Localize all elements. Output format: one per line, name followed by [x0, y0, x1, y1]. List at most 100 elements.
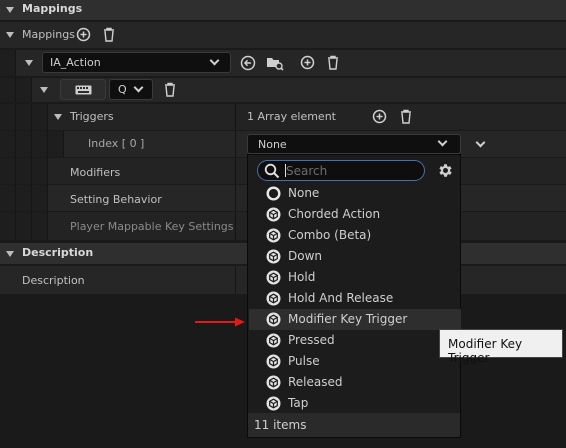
tooltip-text: Modifier Key Trigger [448, 337, 523, 365]
triggers-row: Triggers 1 Array element [0, 104, 566, 130]
dropdown-item[interactable]: Tap [249, 393, 461, 414]
column-splitter[interactable] [235, 212, 236, 240]
indent-guide [0, 104, 16, 130]
dropdown-item-label: None [288, 186, 320, 200]
collapse-triangle-icon[interactable] [6, 7, 14, 13]
class-icon [266, 333, 281, 351]
trigger-class-dropdown: None Chorded Action Combo (Beta) Down Hold Ho… [247, 154, 461, 438]
dropdown-item-label: Chorded Action [288, 207, 381, 221]
description-label: Description [22, 274, 85, 287]
expand-trigger-details-icon[interactable] [475, 137, 486, 148]
browse-folder-icon[interactable] [266, 55, 284, 71]
triggers-label: Triggers [70, 110, 114, 123]
class-icon [266, 375, 281, 393]
add-circle-icon[interactable] [76, 27, 91, 42]
column-splitter[interactable] [235, 131, 236, 157]
indent-guide [16, 158, 32, 184]
trash-icon[interactable] [102, 27, 116, 42]
indent-guide [48, 131, 64, 157]
use-selected-asset-icon[interactable] [240, 55, 256, 71]
trash-icon[interactable] [326, 55, 340, 70]
indent-guide [32, 104, 48, 130]
dropdown-item[interactable]: Chorded Action [249, 204, 461, 225]
expand-key-icon[interactable] [40, 87, 48, 93]
item-count: 11 items [254, 418, 307, 432]
class-icon [266, 354, 281, 372]
column-splitter[interactable] [235, 104, 236, 130]
indent-guide [32, 185, 48, 211]
indent-guide [0, 158, 16, 184]
trash-icon[interactable] [163, 82, 177, 97]
dropdown-item-label: Combo (Beta) [288, 228, 372, 242]
add-circle-icon[interactable] [372, 109, 387, 124]
class-icon [266, 291, 281, 309]
class-icon [266, 396, 281, 414]
indent-guide [16, 185, 32, 211]
dropdown-item[interactable]: Pressed [249, 330, 461, 351]
chevron-down-icon [437, 136, 448, 147]
class-icon [266, 312, 281, 330]
dropdown-item[interactable]: Down [249, 246, 461, 267]
dropdown-footer: 11 items [248, 413, 460, 437]
class-icon [266, 270, 281, 288]
setting-behavior-label: Setting Behavior [70, 193, 162, 206]
dropdown-item[interactable]: Hold And Release [249, 288, 461, 309]
description-header-label: Description [22, 246, 94, 259]
indent-guide [16, 104, 32, 130]
indent-guide [0, 185, 16, 211]
search-input[interactable] [286, 163, 416, 178]
dropdown-item-label: Hold [288, 270, 316, 284]
search-box[interactable] [257, 160, 425, 181]
dropdown-item[interactable]: Pulse [249, 351, 461, 372]
chevron-down-icon [133, 82, 144, 93]
indent-guide [32, 131, 48, 157]
dropdown-item[interactable]: None [249, 183, 461, 204]
expand-mappings-icon[interactable] [6, 32, 14, 38]
dropdown-item[interactable]: Modifier Key Trigger [249, 309, 461, 330]
mappings-label: Mappings [22, 28, 75, 41]
dropdown-item[interactable]: Combo (Beta) [249, 225, 461, 246]
collapse-triangle-icon[interactable] [6, 251, 14, 257]
action-select[interactable]: IA_Action [42, 52, 231, 73]
action-mapping-row: IA_Action [0, 50, 566, 76]
expand-triggers-icon[interactable] [54, 114, 62, 120]
modifiers-label: Modifiers [70, 166, 121, 179]
dropdown-item-label: Hold And Release [288, 291, 394, 305]
indent-guide [0, 50, 16, 76]
add-circle-icon[interactable] [300, 55, 315, 70]
trash-icon[interactable] [399, 109, 413, 124]
indent-guide [16, 212, 32, 240]
indent-guide [16, 78, 32, 102]
key-select-value: Q [118, 83, 127, 96]
indent-guide [0, 212, 16, 240]
keyboard-button[interactable] [60, 79, 106, 100]
tooltip: Modifier Key Trigger [439, 329, 563, 365]
column-splitter[interactable] [235, 158, 236, 184]
column-splitter[interactable] [235, 185, 236, 211]
dropdown-item-label: Pulse [288, 354, 320, 368]
expand-action-icon[interactable] [25, 60, 33, 66]
mappings-section-header[interactable]: Mappings [0, 0, 566, 20]
column-splitter[interactable] [235, 266, 236, 294]
indent-guide [0, 78, 16, 102]
class-icon [266, 249, 281, 267]
dropdown-item-label: Released [288, 375, 343, 389]
key-row: Q [0, 78, 566, 102]
trigger-class-select[interactable]: None [247, 134, 461, 154]
chevron-down-icon [209, 55, 220, 66]
gear-icon[interactable] [437, 162, 454, 179]
dropdown-item[interactable]: Released [249, 372, 461, 393]
dropdown-item[interactable]: Hold [249, 267, 461, 288]
dropdown-item-label: Down [288, 249, 323, 263]
triggers-value: 1 Array element [247, 110, 336, 123]
annotation-arrow [195, 317, 245, 327]
indent-guide [32, 212, 48, 240]
key-select[interactable]: Q [109, 79, 153, 100]
dropdown-item-label: Tap [288, 396, 309, 410]
keyboard-icon [75, 85, 92, 95]
trigger-class-value: None [258, 138, 287, 151]
class-icon [266, 207, 281, 225]
index-label: Index [ 0 ] [88, 137, 145, 150]
mappings-header-label: Mappings [22, 2, 83, 15]
indent-guide [32, 158, 48, 184]
